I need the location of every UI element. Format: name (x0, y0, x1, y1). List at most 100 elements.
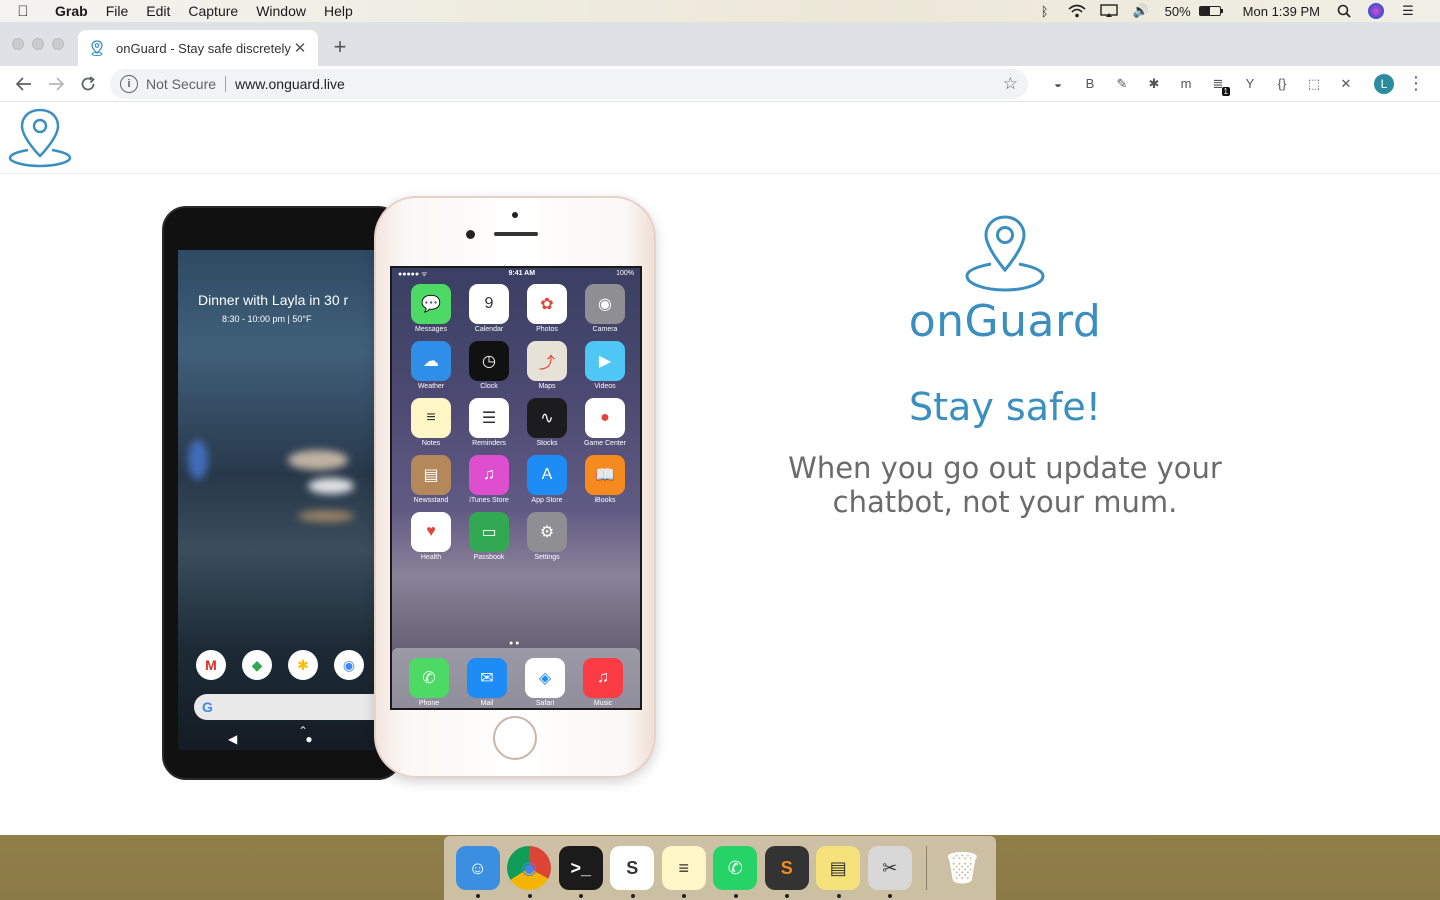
airplay-icon[interactable] (1093, 0, 1125, 22)
ios-app-settings: ⚙ Settings (518, 512, 576, 561)
ios-app-label: iBooks (594, 497, 616, 504)
running-indicator (579, 894, 583, 898)
running-indicator (527, 894, 532, 898)
bookmark-star-icon[interactable]: ☆ (1003, 74, 1018, 94)
mail-icon: ✉ (467, 657, 507, 698)
ext-b-icon[interactable]: B (1074, 70, 1106, 98)
iphone-battery: 100% (616, 270, 634, 277)
ios-app-weather: ☁ Weather (402, 341, 460, 390)
dock-chrome[interactable]: ◉ (504, 842, 556, 898)
health-icon: ♥ (411, 512, 451, 552)
running-indicator (785, 894, 789, 898)
spotlight-icon[interactable] (1328, 0, 1360, 22)
ext-eyedropper-icon-glyph: ✎ (1116, 75, 1128, 91)
ios-app-label: Safari (535, 699, 555, 707)
zoom-window-button[interactable] (52, 38, 64, 50)
dock-terminal[interactable]: >_ (555, 842, 607, 898)
tab-onguard[interactable]: onGuard - Stay safe discretely ✕ (78, 30, 318, 66)
hero-subtitle: When you go out update your chatbot, not… (788, 451, 1222, 519)
profile-avatar[interactable]: L (1374, 73, 1394, 94)
tab-strip: onGuard - Stay safe discretely ✕ + (0, 22, 1440, 66)
android-back-icon: ◀ (228, 732, 238, 746)
dock-slack[interactable]: S (607, 842, 659, 898)
ios-app-label: Calendar (474, 326, 504, 333)
minimize-window-button[interactable] (32, 38, 44, 50)
running-indicator (476, 894, 480, 898)
dock-whatsapp[interactable]: ✆ (710, 842, 762, 898)
brand-pin-icon (965, 215, 1045, 292)
ios-app-newsstand: ▤ Newsstand (402, 455, 460, 504)
ios-app-phone: ✆ Phone (409, 657, 449, 707)
menu-edit[interactable]: Edit (137, 3, 179, 19)
trash-icon: 🗑 (943, 851, 982, 885)
iphone-signal: ●●●●● ᯤ (398, 271, 428, 278)
ext-eyedropper-icon[interactable]: ✎ (1106, 70, 1138, 98)
menu-file[interactable]: File (97, 3, 138, 19)
iphone-time: 9:41 AM (508, 270, 536, 277)
ext-screenshot-icon-glyph: ⬚ (1307, 75, 1321, 91)
dock-notes[interactable]: ≡ (658, 842, 710, 898)
dock-sublime[interactable]: S (761, 842, 813, 898)
safari-icon: ◈ (525, 657, 565, 698)
iphone-image: ●●●●● ᯤ 9:41 AM 100% 💬 Messages 9 Calendar ✿… (374, 196, 656, 778)
menubar-clock[interactable]: Mon 1:39 PM (1235, 4, 1328, 19)
battery-icon[interactable] (1198, 6, 1223, 16)
reminders-icon: ☰ (469, 398, 509, 438)
ios-app-app-store: A App Store (518, 455, 576, 504)
siri-icon[interactable] (1360, 0, 1392, 22)
terminal-icon: >_ (558, 846, 603, 890)
menu-app-grab[interactable]: Grab (46, 3, 97, 19)
ext-braces-icon[interactable]: {} (1266, 70, 1298, 98)
dock-grab[interactable]: ✂ (864, 842, 916, 898)
ext-x-icon[interactable]: ✕ (1330, 70, 1362, 98)
ext-bug-icon[interactable]: ✱ (1138, 70, 1170, 98)
ext-screenshot-icon[interactable]: ⬚ (1298, 70, 1330, 98)
ext-todoist-icon[interactable]: ≣ 1 (1202, 70, 1234, 98)
videos-icon: ▶ (585, 341, 625, 381)
close-window-button[interactable] (12, 38, 24, 50)
google-search-bar: G (194, 694, 394, 720)
ext-circle-icon[interactable]: ◒ (1042, 70, 1074, 98)
hero-section: onGuard Stay safe! When you go out updat… (760, 214, 1250, 519)
dock-finder[interactable]: ☺ (452, 842, 504, 898)
url-text[interactable]: www.onguard.live (235, 76, 1003, 92)
tab-close-icon[interactable]: ✕ (292, 39, 308, 57)
address-bar[interactable]: i Not Secure www.onguard.live ☆ (110, 68, 1028, 99)
ext-y-icon[interactable]: Y (1234, 70, 1266, 98)
iphone-screen: ●●●●● ᯤ 9:41 AM 100% 💬 Messages 9 Calendar ✿… (390, 266, 642, 710)
ios-app-maps: ⤴ Maps (518, 341, 576, 390)
dock-trash[interactable]: 🗑 (936, 842, 988, 894)
bluetooth-icon[interactable]: ᛒ (1029, 0, 1061, 22)
brand-name: onGuard (908, 296, 1102, 347)
ext-m-icon[interactable]: m (1170, 70, 1202, 98)
back-button[interactable] (8, 70, 40, 98)
running-indicator (682, 894, 686, 898)
whatsapp-icon: ✆ (713, 846, 758, 890)
site-info-icon[interactable]: i (120, 74, 138, 93)
android-home-icon: ● (305, 732, 313, 746)
volume-icon[interactable]: 🔊 (1125, 0, 1157, 22)
apple-menu-icon[interactable]:  (0, 3, 46, 20)
wifi-icon[interactable] (1061, 0, 1093, 22)
menu-window[interactable]: Window (247, 3, 315, 19)
menu-capture[interactable]: Capture (179, 3, 247, 19)
reload-button[interactable] (72, 70, 104, 98)
pixel-event-meta: 8:30 - 10:00 pm | 50°F (222, 314, 312, 324)
ios-app-videos: ▶ Videos (576, 341, 634, 390)
browser-menu-icon[interactable]: ⋮ (1404, 73, 1428, 94)
ext-y-icon-glyph: Y (1245, 76, 1255, 91)
site-logo-icon[interactable] (8, 106, 72, 170)
page-content: Dinner with Layla in 30 r 8:30 - 10:00 p… (0, 102, 1440, 835)
new-tab-button[interactable]: + (330, 34, 350, 60)
iphone-camera (466, 230, 475, 239)
iphone-speaker (494, 232, 538, 236)
browser-window: onGuard - Stay safe discretely ✕ + i Not… (0, 22, 1440, 835)
menu-help[interactable]: Help (315, 3, 362, 19)
iphone-app-grid: 💬 Messages 9 Calendar ✿ Photos ◉ Camera ☁ Weather… (402, 284, 634, 561)
forward-button[interactable] (40, 70, 72, 98)
phone-icon: ✆ (409, 657, 449, 698)
notification-center-icon[interactable]: ☰ (1392, 0, 1424, 22)
ios-app-label: Reminders (472, 440, 506, 447)
dock-stickies[interactable]: ▤ (813, 842, 865, 898)
settings-icon: ⚙ (527, 512, 567, 552)
